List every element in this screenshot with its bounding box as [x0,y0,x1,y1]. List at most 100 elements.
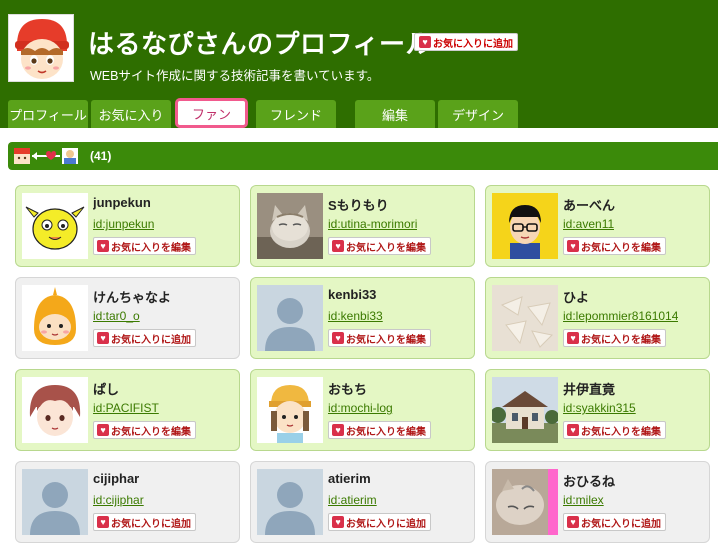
fan-name: ひよ [563,290,590,305]
fan-id-link[interactable]: id:junpekun [93,217,154,231]
heart-icon: ♥ [567,332,579,344]
fan-avatar[interactable] [492,377,558,443]
fan-id-link[interactable]: id:lepommier8161014 [563,309,678,323]
fan-relation-icon [14,147,80,165]
fan-card[interactable]: junpekun id:junpekun ♥ お気に入りを編集 [15,185,240,267]
fan-id-link[interactable]: id:PACIFIST [93,401,159,415]
fan-card[interactable]: 井伊直竟 id:syakkin315 ♥ お気に入りを編集 [485,369,710,451]
button-label: お気に入りを編集 [346,426,426,438]
add-favorite-label: お気に入りに追加 [433,38,513,50]
profile-description: WEBサイト作成に関する技術記事を書いています。 [90,69,380,83]
fan-avatar[interactable] [22,285,88,351]
fan-name: あーべん [563,198,616,213]
add-favorite-button[interactable]: ♥ お気に入りに追加 [563,513,666,531]
fan-card[interactable]: ぱし id:PACIFIST ♥ お気に入りを編集 [15,369,240,451]
fan-avatar[interactable] [492,469,558,535]
fan-name: おもち [328,382,368,397]
fan-avatar[interactable] [257,469,323,535]
fan-avatar[interactable] [22,377,88,443]
page-title: はるなぴさんのプロフィール [88,29,432,59]
fan-name: ぱし [93,382,120,397]
fan-id-link[interactable]: id:aven11 [563,217,614,231]
heart-icon: ♥ [332,516,344,528]
fan-name: おひるね [563,474,616,489]
fan-id-link[interactable]: id:mochi-log [328,401,393,415]
tab-edit[interactable]: 編集 [355,100,435,128]
fan-id-link[interactable]: id:atierim [328,493,377,507]
heart-icon: ♥ [332,424,344,436]
fan-card[interactable]: Sもりもり id:utina-morimori ♥ お気に入りを編集 [250,185,475,267]
button-label: お気に入りを編集 [111,242,191,254]
fan-name: けんちゃなよ [93,290,172,305]
fan-avatar[interactable] [22,469,88,535]
heart-icon: ♥ [419,36,431,48]
fan-avatar[interactable] [257,377,323,443]
fan-id-link[interactable]: id:tar0_o [93,309,140,323]
edit-favorite-button[interactable]: ♥ お気に入りを編集 [328,237,431,255]
tab-fans[interactable]: ファン [175,98,248,128]
add-favorite-button[interactable]: ♥ お気に入りに追加 [93,513,196,531]
heart-icon: ♥ [567,516,579,528]
tab-friends[interactable]: フレンド [256,100,336,128]
edit-favorite-button[interactable]: ♥ お気に入りを編集 [563,421,666,439]
button-label: お気に入りに追加 [111,334,191,346]
heart-icon: ♥ [567,424,579,436]
profile-avatar[interactable] [8,14,74,82]
fan-name: cijiphar [93,471,140,486]
fan-avatar[interactable] [257,285,323,351]
fan-count: (41) [90,149,112,163]
button-label: お気に入りを編集 [346,334,426,346]
profile-header: はるなぴさんのプロフィール ♥ お気に入りに追加 WEBサイト作成に関する技術記… [0,0,718,128]
fan-card[interactable]: おもち id:mochi-log ♥ お気に入りを編集 [250,369,475,451]
fan-avatar[interactable] [492,285,558,351]
tab-favorites[interactable]: お気に入り [91,100,171,128]
edit-favorite-button[interactable]: ♥ お気に入りを編集 [328,329,431,347]
button-label: お気に入りに追加 [111,518,191,530]
heart-icon: ♥ [97,240,109,252]
heart-icon: ♥ [332,332,344,344]
fan-name: kenbi33 [328,287,377,302]
add-favorite-button[interactable]: ♥ お気に入りに追加 [93,329,196,347]
button-label: お気に入りに追加 [581,518,661,530]
heart-icon: ♥ [567,240,579,252]
fan-card[interactable]: あーべん id:aven11 ♥ お気に入りを編集 [485,185,710,267]
tab-profile[interactable]: プロフィール [8,100,88,128]
fan-card[interactable]: kenbi33 id:kenbi33 ♥ お気に入りを編集 [250,277,475,359]
button-label: お気に入りを編集 [581,426,661,438]
fan-avatar[interactable] [22,193,88,259]
add-favorite-button[interactable]: ♥ お気に入りに追加 [328,513,431,531]
fan-id-link[interactable]: id:milex [563,493,604,507]
fan-card[interactable]: おひるね id:milex ♥ お気に入りに追加 [485,461,710,543]
add-favorite-button[interactable]: ♥ お気に入りに追加 [414,33,518,51]
button-label: お気に入りを編集 [581,242,661,254]
fan-card[interactable]: ひよ id:lepommier8161014 ♥ お気に入りを編集 [485,277,710,359]
heart-icon: ♥ [97,332,109,344]
fan-id-link[interactable]: id:syakkin315 [563,401,636,415]
fan-id-link[interactable]: id:kenbi33 [328,309,383,323]
fan-name: Sもりもり [328,198,389,213]
fan-name: 井伊直竟 [563,382,616,397]
tab-design[interactable]: デザイン [438,100,518,128]
fan-id-link[interactable]: id:utina-morimori [328,217,417,231]
edit-favorite-button[interactable]: ♥ お気に入りを編集 [563,329,666,347]
fan-name: junpekun [93,195,151,210]
fan-card[interactable]: けんちゃなよ id:tar0_o ♥ お気に入りに追加 [15,277,240,359]
fan-avatar[interactable] [257,193,323,259]
button-label: お気に入りを編集 [346,242,426,254]
button-label: お気に入りに追加 [346,518,426,530]
edit-favorite-button[interactable]: ♥ お気に入りを編集 [93,237,196,255]
edit-favorite-button[interactable]: ♥ お気に入りを編集 [93,421,196,439]
fan-card[interactable]: cijiphar id:cijiphar ♥ お気に入りに追加 [15,461,240,543]
fan-avatar[interactable] [492,193,558,259]
heart-icon: ♥ [97,516,109,528]
edit-favorite-button[interactable]: ♥ お気に入りを編集 [563,237,666,255]
button-label: お気に入りを編集 [581,334,661,346]
heart-icon: ♥ [97,424,109,436]
fan-id-link[interactable]: id:cijiphar [93,493,144,507]
heart-icon: ♥ [332,240,344,252]
fans-header-bar: (41) [8,142,718,170]
button-label: お気に入りを編集 [111,426,191,438]
fan-name: atierim [328,471,371,486]
edit-favorite-button[interactable]: ♥ お気に入りを編集 [328,421,431,439]
fan-card[interactable]: atierim id:atierim ♥ お気に入りに追加 [250,461,475,543]
